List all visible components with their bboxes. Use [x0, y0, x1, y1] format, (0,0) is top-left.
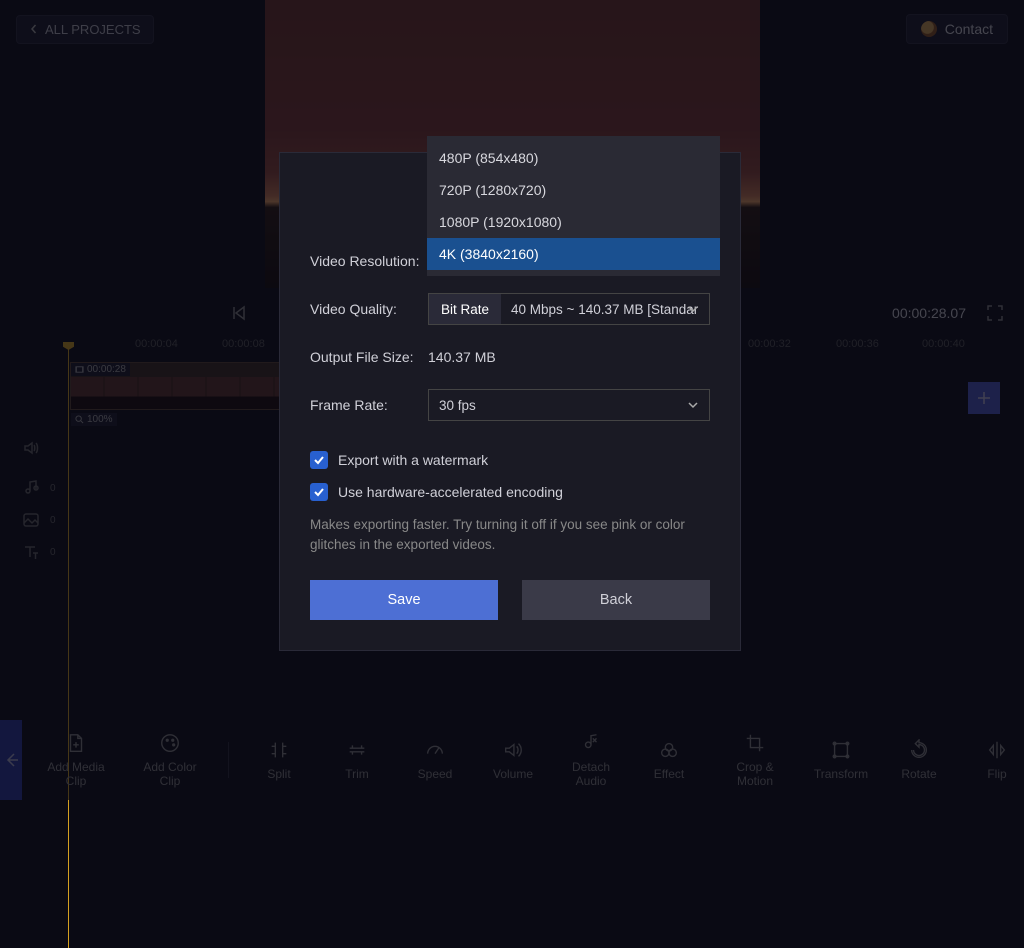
quality-label: Video Quality:: [310, 301, 428, 317]
watermark-label: Export with a watermark: [338, 452, 488, 468]
back-button[interactable]: Back: [522, 580, 710, 620]
save-button[interactable]: Save: [310, 580, 498, 620]
resolution-option-480p[interactable]: 480P (854x480): [427, 142, 720, 174]
hwaccel-helper-text: Makes exporting faster. Try turning it o…: [310, 515, 710, 556]
chevron-down-icon: [687, 399, 699, 411]
filesize-value: 140.37 MB: [428, 349, 496, 365]
resolution-option-4k[interactable]: 4K (3840x2160): [427, 238, 720, 270]
framerate-label: Frame Rate:: [310, 397, 428, 413]
quality-seg-bitrate[interactable]: Bit Rate: [429, 294, 501, 324]
resolution-option-720p[interactable]: 720P (1280x720): [427, 174, 720, 206]
chevron-down-icon: [687, 303, 699, 315]
resolution-label: Video Resolution:: [310, 253, 428, 269]
quality-select[interactable]: Bit Rate 40 Mbps ~ 140.37 MB [Standar: [428, 293, 710, 325]
check-icon: [313, 486, 325, 498]
hwaccel-checkbox[interactable]: [310, 483, 328, 501]
watermark-checkbox[interactable]: [310, 451, 328, 469]
check-icon: [313, 454, 325, 466]
hwaccel-label: Use hardware-accelerated encoding: [338, 484, 563, 500]
resolution-option-1080p[interactable]: 1080P (1920x1080): [427, 206, 720, 238]
resolution-dropdown[interactable]: 480P (854x480) 720P (1280x720) 1080P (19…: [427, 136, 720, 276]
filesize-label: Output File Size:: [310, 349, 428, 365]
quality-value[interactable]: 40 Mbps ~ 140.37 MB [Standar: [501, 294, 709, 324]
framerate-select[interactable]: 30 fps: [428, 389, 710, 421]
